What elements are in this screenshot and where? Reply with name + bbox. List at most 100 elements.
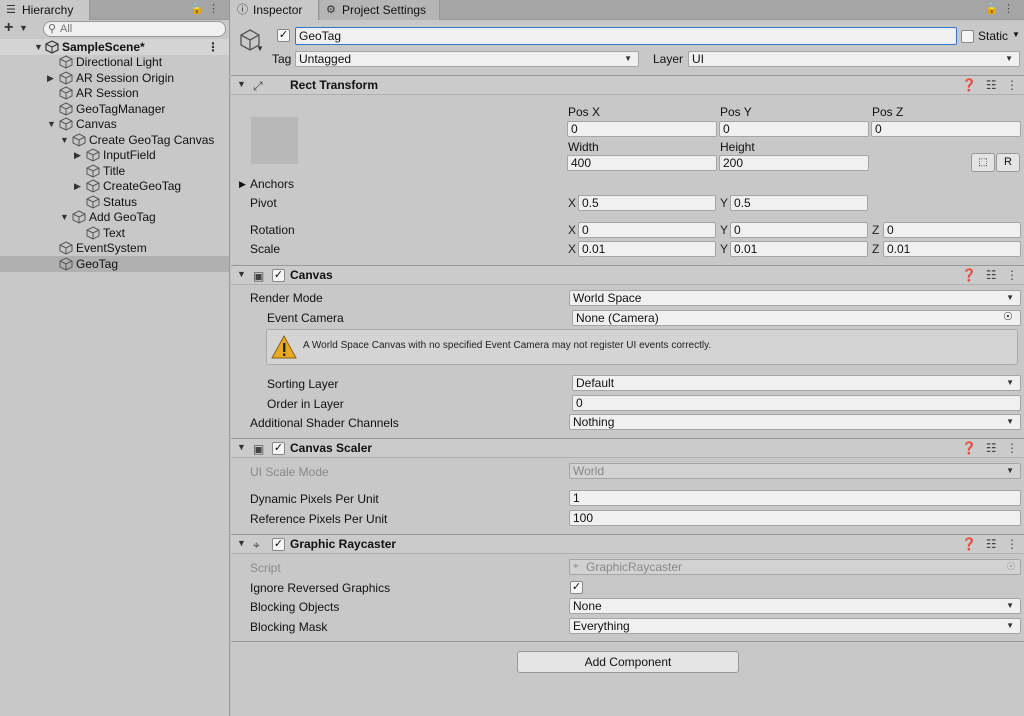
render-mode-dropdown[interactable]: World Space [569,290,1021,306]
dynamic-ppu-field[interactable]: 1 [569,490,1021,506]
hierarchy-item-selected[interactable]: GeoTag [0,256,229,272]
order-in-layer-label: Order in Layer [267,397,344,411]
graphic-raycaster-header[interactable]: ▼ ⌖ ✓ Graphic Raycaster ❓ ☷ ⋮ [231,534,1024,554]
shader-channels-dropdown[interactable]: Nothing [569,414,1021,430]
foldout-expanded-icon[interactable]: ▼ [60,209,69,225]
blocking-mask-dropdown[interactable]: Everything [569,618,1021,634]
foldout-expanded-icon[interactable]: ▼ [34,39,43,55]
script-label: Script [250,561,281,575]
pivot-y-field[interactable]: 0.5 [730,195,868,211]
ignore-reversed-checkbox[interactable]: ✓ [570,581,583,594]
width-field[interactable]: 400 [567,155,717,171]
hierarchy-item[interactable]: ▶ AR Session Origin [0,70,229,86]
pos-x-field[interactable]: 0 [567,121,717,137]
canvas-enabled-checkbox[interactable]: ✓ [272,269,285,282]
graphic-raycaster-enabled-checkbox[interactable]: ✓ [272,538,285,551]
scene-menu-icon[interactable]: ⋮ [207,39,219,55]
hierarchy-item[interactable]: Title [0,163,229,179]
hierarchy-item[interactable]: Status [0,194,229,210]
component-header-icons[interactable]: ❓ ☷ ⋮ [962,441,1018,455]
tab-project-settings[interactable]: ⚙ Project Settings [320,0,440,20]
gameobject-icon [86,226,100,240]
hierarchy-item[interactable]: AR Session [0,85,229,101]
foldout-collapsed-icon[interactable]: ▶ [47,70,54,86]
hierarchy-search-input[interactable] [60,22,220,36]
add-component-button[interactable]: Add Component [517,651,739,673]
object-name-field[interactable]: GeoTag [295,27,957,45]
raw-edit-button[interactable]: R [996,153,1020,172]
reference-ppu-field[interactable]: 100 [569,510,1021,526]
foldout-expanded-icon[interactable]: ▼ [60,132,69,148]
hierarchy-item[interactable]: ▶ InputField [0,147,229,163]
tab-hierarchy[interactable]: ☰ Hierarchy [0,0,90,20]
foldout-expanded-icon[interactable]: ▼ [47,116,56,132]
static-checkbox[interactable] [961,30,974,43]
anchors-label[interactable]: Anchors [250,176,294,192]
canvas-header[interactable]: ▼ ▣ ✓ Canvas ❓ ☷ ⋮ [231,265,1024,285]
rect-transform-header[interactable]: ▼ ⤢ Rect Transform ❓ ☷ ⋮ [231,75,1024,95]
chevron-down-icon[interactable]: ▼ [19,23,28,33]
gameobject-icon [59,86,73,100]
lock-and-menu-icons[interactable]: 🔒⋮ [190,2,223,15]
hierarchy-item[interactable]: Text [0,225,229,241]
component-header-icons[interactable]: ❓ ☷ ⋮ [962,78,1018,92]
gameobject-icon [59,55,73,69]
static-dropdown-icon[interactable]: ▼ [1012,30,1020,39]
pivot-x-field[interactable]: 0.5 [578,195,716,211]
gameobject-icon [59,241,73,255]
canvas-scaler-header[interactable]: ▼ ▣ ✓ Canvas Scaler ❓ ☷ ⋮ [231,438,1024,458]
component-header-icons[interactable]: ❓ ☷ ⋮ [962,537,1018,551]
sorting-layer-dropdown[interactable]: Default [572,375,1021,391]
rotation-z-field[interactable]: 0 [883,222,1021,238]
tab-inspector[interactable]: ⓘ Inspector [231,0,319,20]
rotation-y-field[interactable]: 0 [730,222,868,238]
canvas-scaler-icon: ▣ [253,442,265,456]
foldout-expanded-icon[interactable]: ▼ [237,538,246,548]
scene-row[interactable]: ▼ SampleScene* ⋮ [0,39,229,55]
search-icon: ⚲ [48,23,57,35]
pos-z-field[interactable]: 0 [871,121,1021,137]
canvas-scaler-enabled-checkbox[interactable]: ✓ [272,442,285,455]
hierarchy-item-label: Canvas [76,117,117,131]
foldout-collapsed-icon[interactable]: ▶ [74,178,81,194]
blocking-objects-dropdown[interactable]: None [569,598,1021,614]
foldout-expanded-icon[interactable]: ▼ [237,269,246,279]
gameobject-icon [86,148,100,162]
anchor-preset-widget[interactable] [251,117,298,164]
active-checkbox[interactable]: ✓ [277,29,290,42]
hierarchy-item[interactable]: ▼ Create GeoTag Canvas [0,132,229,148]
blueprint-mode-button[interactable]: ⬚ [971,153,995,172]
hierarchy-item[interactable]: ▶ CreateGeoTag [0,178,229,194]
rotation-x-field[interactable]: 0 [578,222,716,238]
chevron-down-icon[interactable]: ▼ [256,44,264,53]
component-header-icons[interactable]: ❓ ☷ ⋮ [962,268,1018,282]
layer-dropdown[interactable]: UI [688,51,1020,67]
scale-z-field[interactable]: 0.01 [883,241,1021,257]
hierarchy-item[interactable]: GeoTagManager [0,101,229,117]
hierarchy-item[interactable]: Directional Light [0,54,229,70]
lock-and-menu-icons[interactable]: 🔒⋮ [985,2,1018,15]
ignore-reversed-label: Ignore Reversed Graphics [250,581,391,595]
object-picker-icon[interactable]: ☉ [1003,310,1013,323]
hierarchy-search[interactable]: ⚲ [43,21,226,37]
pos-y-field[interactable]: 0 [719,121,869,137]
hierarchy-item-label: Status [103,195,138,209]
hierarchy-item[interactable]: EventSystem [0,240,229,256]
axis-z-label: Z [872,242,880,256]
hierarchy-item[interactable]: ▼ Add GeoTag [0,209,229,225]
foldout-collapsed-icon[interactable]: ▶ [239,179,246,190]
foldout-collapsed-icon[interactable]: ▶ [74,147,81,163]
tag-dropdown[interactable]: Untagged [295,51,639,67]
axis-x-label: X [568,223,577,237]
object-picker-icon: ☉ [1006,561,1016,573]
dynamic-ppu-label: Dynamic Pixels Per Unit [250,492,379,506]
scale-x-field[interactable]: 0.01 [578,241,716,257]
event-camera-field[interactable]: None (Camera) [572,310,1021,326]
scale-y-field[interactable]: 0.01 [730,241,868,257]
foldout-expanded-icon[interactable]: ▼ [237,79,246,89]
height-field[interactable]: 200 [719,155,869,171]
foldout-expanded-icon[interactable]: ▼ [237,442,246,452]
hierarchy-item[interactable]: ▼ Canvas [0,116,229,132]
add-icon[interactable]: + [4,19,13,37]
order-in-layer-field[interactable]: 0 [572,395,1021,411]
